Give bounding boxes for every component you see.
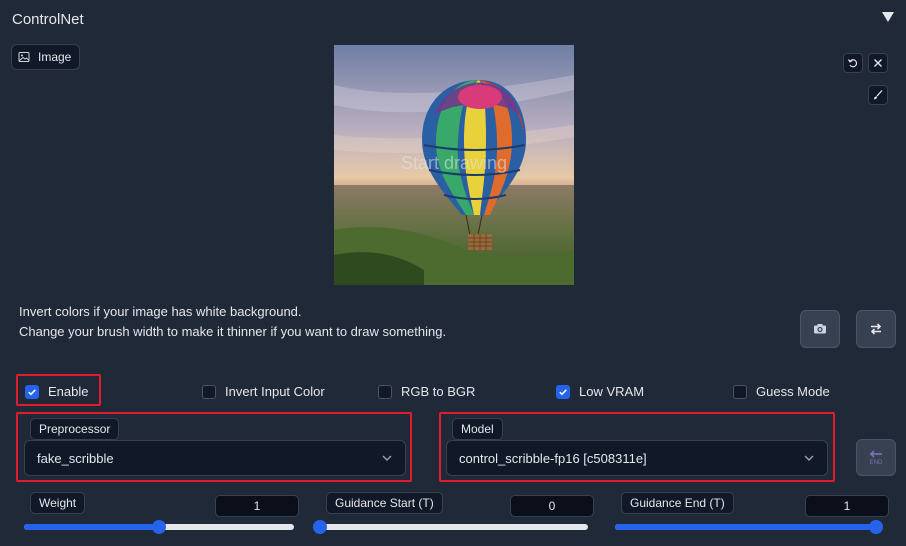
brush-icon <box>874 90 883 100</box>
image-tab-label: Image <box>38 50 72 64</box>
low-vram-checkbox[interactable]: Low VRAM <box>556 384 644 399</box>
weight-track[interactable] <box>24 520 294 534</box>
guidance-start-thumb[interactable] <box>313 520 327 534</box>
swap-button[interactable] <box>856 310 896 348</box>
hint-invert: Invert colors if your image has white ba… <box>19 304 302 319</box>
guess-check-box[interactable] <box>733 384 747 399</box>
weight-label: Weight <box>30 492 86 514</box>
weight-fill <box>24 524 159 530</box>
invert-check-box[interactable] <box>202 384 216 399</box>
guess-label: Guess Mode <box>756 384 830 399</box>
brush-button[interactable] <box>868 85 888 105</box>
controlnet-panel: ControlNet Image Start drawing Invert co… <box>0 0 906 546</box>
low-vram-label: Low VRAM <box>579 384 645 399</box>
send-button-label: END <box>869 460 883 466</box>
highlight-enable <box>16 374 101 406</box>
panel-title: ControlNet <box>12 11 84 28</box>
drawing-canvas[interactable]: Start drawing <box>334 45 574 285</box>
low-vram-check-box[interactable] <box>556 384 570 399</box>
guidance-start-input[interactable]: 0 <box>510 495 594 517</box>
invert-label: Invert Input Color <box>225 384 325 399</box>
camera-button[interactable] <box>800 310 840 348</box>
guidance-start-track[interactable] <box>313 520 588 534</box>
guidance-end-thumb[interactable] <box>869 520 883 534</box>
send-to-end-button[interactable]: END <box>856 439 896 476</box>
collapse-triangle-icon[interactable] <box>882 12 894 22</box>
close-icon <box>874 59 882 67</box>
weight-input[interactable]: 1 <box>215 495 299 517</box>
swap-arrows-icon <box>870 323 882 335</box>
arrow-left-icon <box>869 450 882 458</box>
undo-button[interactable] <box>843 53 863 73</box>
rgb-to-bgr-checkbox[interactable]: RGB to BGR <box>378 384 475 399</box>
undo-icon <box>847 59 858 68</box>
start-drawing-overlay: Start drawing <box>400 153 508 173</box>
guidance-start-label: Guidance Start (T) <box>326 492 443 514</box>
guidance-end-track[interactable] <box>615 520 883 534</box>
weight-thumb[interactable] <box>152 520 166 534</box>
guidance-end-input[interactable]: 1 <box>805 495 889 517</box>
invert-input-color-checkbox[interactable]: Invert Input Color <box>202 384 325 399</box>
guess-mode-checkbox[interactable]: Guess Mode <box>733 384 830 399</box>
image-icon <box>18 52 30 62</box>
highlight-model <box>439 412 835 482</box>
clear-button[interactable] <box>868 53 888 73</box>
guidance-end-fill <box>615 524 876 530</box>
guidance-end-label: Guidance End (T) <box>621 492 734 514</box>
rgb-label: RGB to BGR <box>401 384 476 399</box>
rgb-check-box[interactable] <box>378 384 392 399</box>
camera-icon <box>814 324 826 334</box>
highlight-preprocessor <box>16 412 412 482</box>
image-tab[interactable]: Image <box>11 44 81 70</box>
checkmark-icon <box>559 388 567 395</box>
hint-brush: Change your brush width to make it thinn… <box>19 324 447 339</box>
